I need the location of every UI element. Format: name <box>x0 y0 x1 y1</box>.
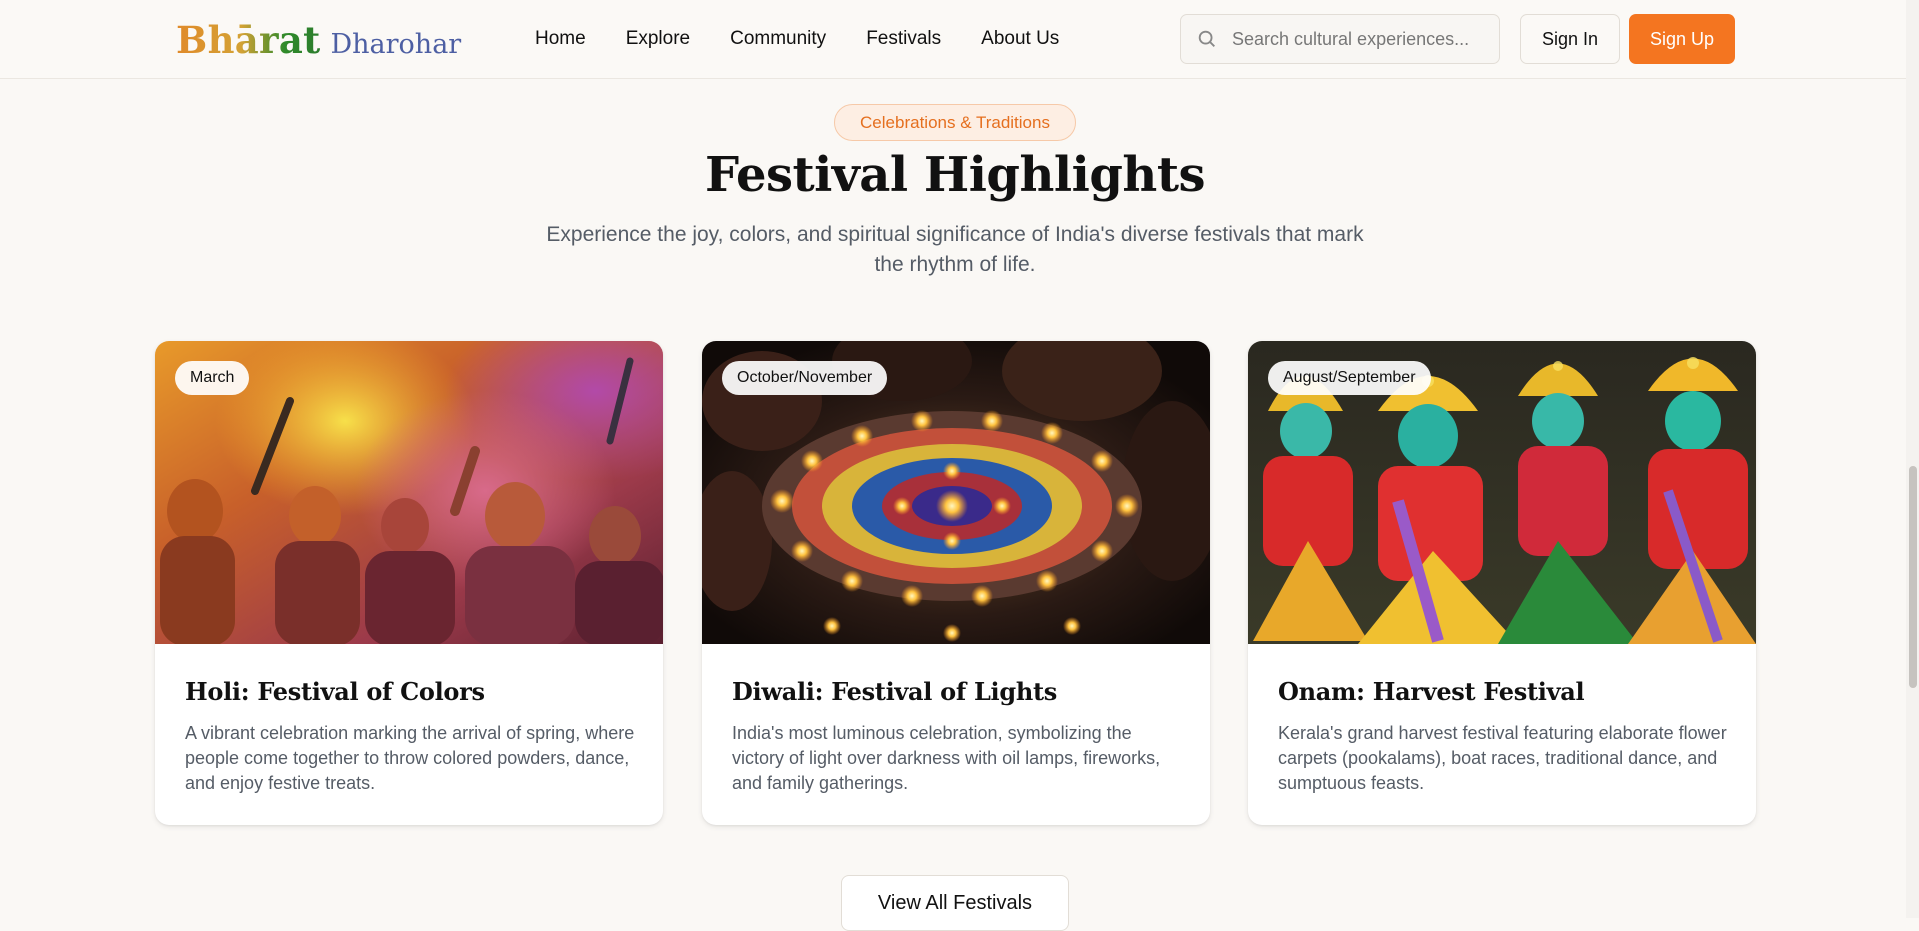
section-subtitle: Experience the joy, colors, and spiritua… <box>546 223 1364 276</box>
section-eyebrow-badge: Celebrations & Traditions <box>834 104 1076 141</box>
sign-up-button[interactable]: Sign Up <box>1629 14 1735 64</box>
top-navigation-bar: Bhārat Dharohar Home Explore Community F… <box>0 0 1919 79</box>
festival-description: India's most luminous celebration, symbo… <box>732 723 1161 793</box>
festival-description: Kerala's grand harvest festival featurin… <box>1278 723 1727 793</box>
festival-title: Holi: Festival of Colors <box>185 677 485 706</box>
brand-logo[interactable]: Bhārat Dharohar <box>176 18 461 64</box>
festival-description: A vibrant celebration marking the arriva… <box>185 723 635 793</box>
search-icon <box>1198 30 1215 47</box>
festival-title: Onam: Harvest Festival <box>1278 677 1585 706</box>
festival-month-badge: October/November <box>722 361 888 395</box>
sign-in-button[interactable]: Sign In <box>1520 14 1620 64</box>
nav-item-about-us[interactable]: About Us <box>961 26 1079 52</box>
nav-item-explore[interactable]: Explore <box>606 26 710 52</box>
brand-subname: Dharohar <box>330 29 462 60</box>
nav-item-festivals[interactable]: Festivals <box>846 26 961 52</box>
nav-item-home[interactable]: Home <box>535 26 606 52</box>
festival-card-holi[interactable]: March Holi: Festival of Colors A vibrant… <box>155 341 663 825</box>
page-scrollbar-thumb[interactable] <box>1909 466 1917 688</box>
festival-card-onam[interactable]: August/September Onam: Harvest Festival … <box>1248 341 1756 825</box>
main-nav: Home Explore Community Festivals About U… <box>535 26 1079 52</box>
search-box <box>1180 14 1500 64</box>
page-scrollbar-track[interactable] <box>1906 0 1919 918</box>
brand-name: Bhārat <box>176 18 321 62</box>
festival-month-badge: March <box>175 361 250 395</box>
section-title: Festival Highlights <box>704 147 1206 203</box>
festival-card-diwali[interactable]: October/November Diwali: Festival of Lig… <box>702 341 1210 825</box>
festival-month-badge: August/September <box>1268 361 1431 395</box>
search-input[interactable] <box>1232 28 1482 50</box>
nav-item-community[interactable]: Community <box>710 26 846 52</box>
festival-title: Diwali: Festival of Lights <box>732 677 1057 706</box>
view-all-festivals-button[interactable]: View All Festivals <box>841 875 1069 931</box>
